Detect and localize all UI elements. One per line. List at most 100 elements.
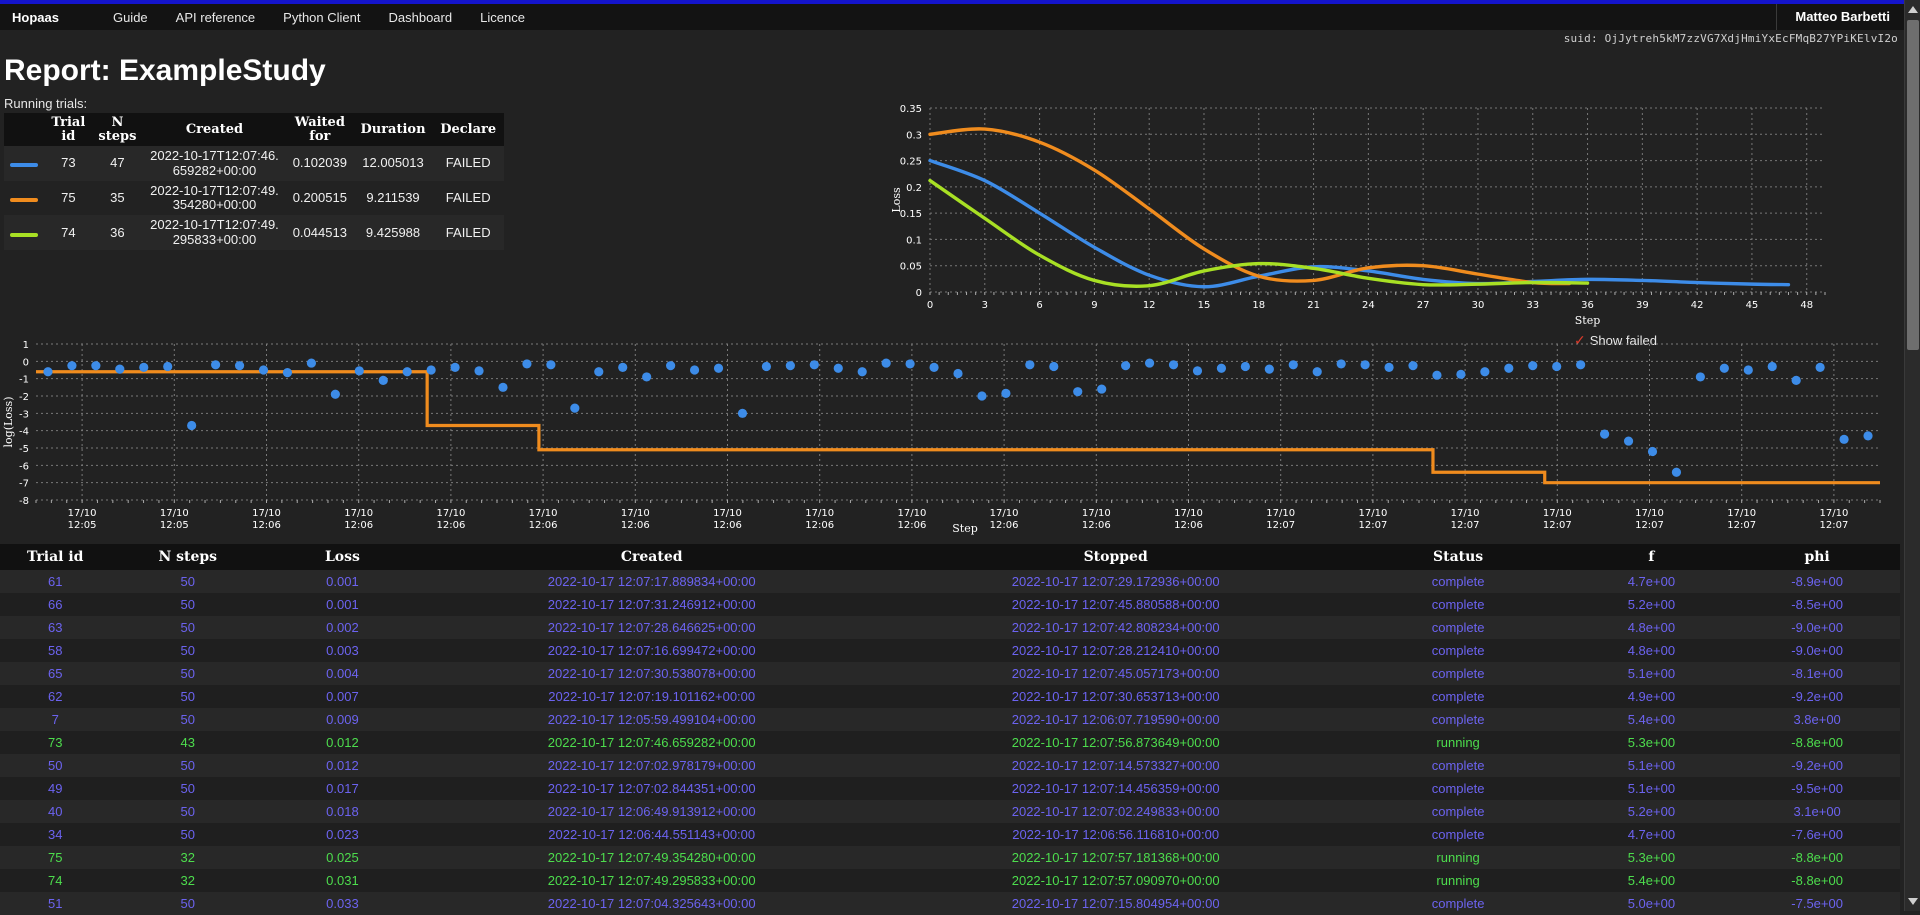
scatter-point[interactable] [1336,359,1346,369]
cell-trial-id[interactable]: 75 [0,846,111,869]
scatter-point[interactable] [833,363,843,373]
table-row[interactable]: 50 50 0.012 2022-10-17 12:07:02.978179+00:0… [0,754,1900,777]
scatter-point[interactable] [1791,375,1801,385]
scatter-point[interactable] [737,408,748,418]
scatter-point[interactable] [785,361,795,371]
table-row[interactable]: 61 50 0.001 2022-10-17 12:07:17.889834+00:0… [0,570,1900,593]
scatter-point[interactable] [1240,361,1250,372]
scatter-point[interactable] [187,420,197,431]
scatter-point[interactable] [929,362,939,372]
th-stopped[interactable]: Stopped [884,544,1348,570]
scatter-point[interactable] [1767,361,1777,372]
th-created[interactable]: Created [420,544,884,570]
table-row[interactable]: 34 50 0.023 2022-10-17 12:06:44.551143+00:0… [0,823,1900,846]
nav-link-dashboard[interactable]: Dashboard [389,10,453,25]
cell-trial-id[interactable]: 62 [0,685,111,708]
brand-logo[interactable]: Hopaas [8,10,59,25]
scatter-point[interactable] [1576,360,1586,370]
table-row[interactable]: 58 50 0.003 2022-10-17 12:07:16.699472+00:0… [0,639,1900,662]
scatter-point[interactable] [570,403,580,413]
table-row[interactable]: 49 50 0.017 2022-10-17 12:07:02.844351+00:0… [0,777,1900,800]
scatter-point[interactable] [234,361,245,371]
nav-link-guide[interactable]: Guide [113,10,148,25]
scatter-point[interactable] [522,359,532,369]
scatter-point[interactable] [1312,367,1322,377]
scatter-point[interactable] [67,361,77,371]
scatter-point[interactable] [1216,363,1227,373]
table-row[interactable]: 7 50 0.009 2022-10-17 12:05:59.499104+00:00… [0,708,1900,731]
scatter-point[interactable] [1025,360,1035,370]
cell-trial-id[interactable]: 66 [0,593,111,616]
cell-trial-id[interactable]: 61 [0,570,111,593]
cell-trial-id[interactable]: 7 [0,708,111,731]
scatter-point[interactable] [1815,362,1825,372]
scatter-point[interactable] [761,361,772,372]
scatter-point[interactable] [139,362,149,372]
table-row[interactable]: 74 32 0.031 2022-10-17 12:07:49.295833+00:0… [0,869,1900,892]
scatter-point[interactable] [666,361,676,371]
scatter-point[interactable] [1863,431,1873,441]
scatter-point[interactable] [1144,358,1155,368]
scatter-point[interactable] [474,366,484,376]
scatter-point[interactable] [1121,361,1131,371]
scatter-point[interactable] [1192,366,1203,376]
scatter-point[interactable] [450,362,460,372]
scatter-point[interactable] [642,372,652,382]
page-scrollbar[interactable] [1904,0,1920,911]
scroll-down-arrow-icon[interactable] [1908,898,1918,905]
table-row[interactable]: 73 43 0.012 2022-10-17 12:07:46.659282+00:0… [0,731,1900,754]
scatter-point[interactable] [1001,388,1011,398]
scatter-point[interactable] [211,360,221,370]
table-row[interactable]: 65 50 0.004 2022-10-17 12:07:30.538078+00:0… [0,662,1900,685]
nav-link-api-reference[interactable]: API reference [176,10,256,25]
scatter-point[interactable] [857,367,867,377]
scatter-point[interactable] [1671,467,1682,477]
scatter-point[interactable] [1384,362,1394,372]
scatter-point[interactable] [115,364,125,374]
nav-link-python-client[interactable]: Python Client [283,10,360,25]
scatter-point[interactable] [1528,361,1538,371]
cell-trial-id[interactable]: 49 [0,777,111,800]
scatter-point[interactable] [330,389,340,399]
cell-trial-id[interactable]: 63 [0,616,111,639]
table-row[interactable]: 62 50 0.007 2022-10-17 12:07:19.101162+00:0… [0,685,1900,708]
th-status[interactable]: Status [1348,544,1569,570]
scatter-point[interactable] [402,367,412,377]
scatter-point[interactable] [163,361,173,372]
th-trial-id[interactable]: Trial id [0,544,110,570]
scatter-point[interactable] [306,358,317,368]
scatter-point[interactable] [378,375,388,385]
scatter-point[interactable] [1743,365,1753,375]
scatter-point[interactable] [1647,446,1658,457]
scatter-point[interactable] [905,359,915,369]
scroll-up-arrow-icon[interactable] [1908,6,1918,13]
scatter-point[interactable] [282,368,293,378]
scatter-point[interactable] [43,367,53,377]
scatter-point[interactable] [713,363,724,373]
scatter-point[interactable] [1839,434,1849,444]
table-row[interactable]: 66 50 0.001 2022-10-17 12:07:31.246912+00:0… [0,593,1900,616]
scatter-point[interactable] [1288,360,1298,370]
scatter-point[interactable] [618,362,628,372]
scatter-point[interactable] [498,382,508,392]
th-phi[interactable]: phi [1734,544,1900,570]
nav-user-name[interactable]: Matteo Barbetti [1776,4,1890,30]
scatter-point[interactable] [426,365,436,375]
scatter-point[interactable] [546,360,556,370]
scatter-point[interactable] [1456,369,1466,379]
scatter-point[interactable] [1623,436,1634,446]
scatter-point[interactable] [809,360,819,370]
table-row[interactable]: 75 32 0.025 2022-10-17 12:07:49.354280+00:0… [0,846,1900,869]
table-row[interactable]: 63 50 0.002 2022-10-17 12:07:28.646625+00:0… [0,616,1900,639]
scatter-point[interactable] [953,368,963,379]
scatter-point[interactable] [1408,361,1418,371]
scatter-point[interactable] [1097,384,1107,394]
scatter-point[interactable] [1719,363,1729,373]
scatter-point[interactable] [354,366,364,376]
cell-trial-id[interactable]: 51 [0,892,111,915]
cell-trial-id[interactable]: 74 [0,869,111,892]
scatter-point[interactable] [977,391,987,401]
scatter-point[interactable] [1504,363,1514,373]
table-row[interactable]: 40 50 0.018 2022-10-17 12:06:49.913912+00:0… [0,800,1900,823]
scatter-point[interactable] [258,365,269,375]
